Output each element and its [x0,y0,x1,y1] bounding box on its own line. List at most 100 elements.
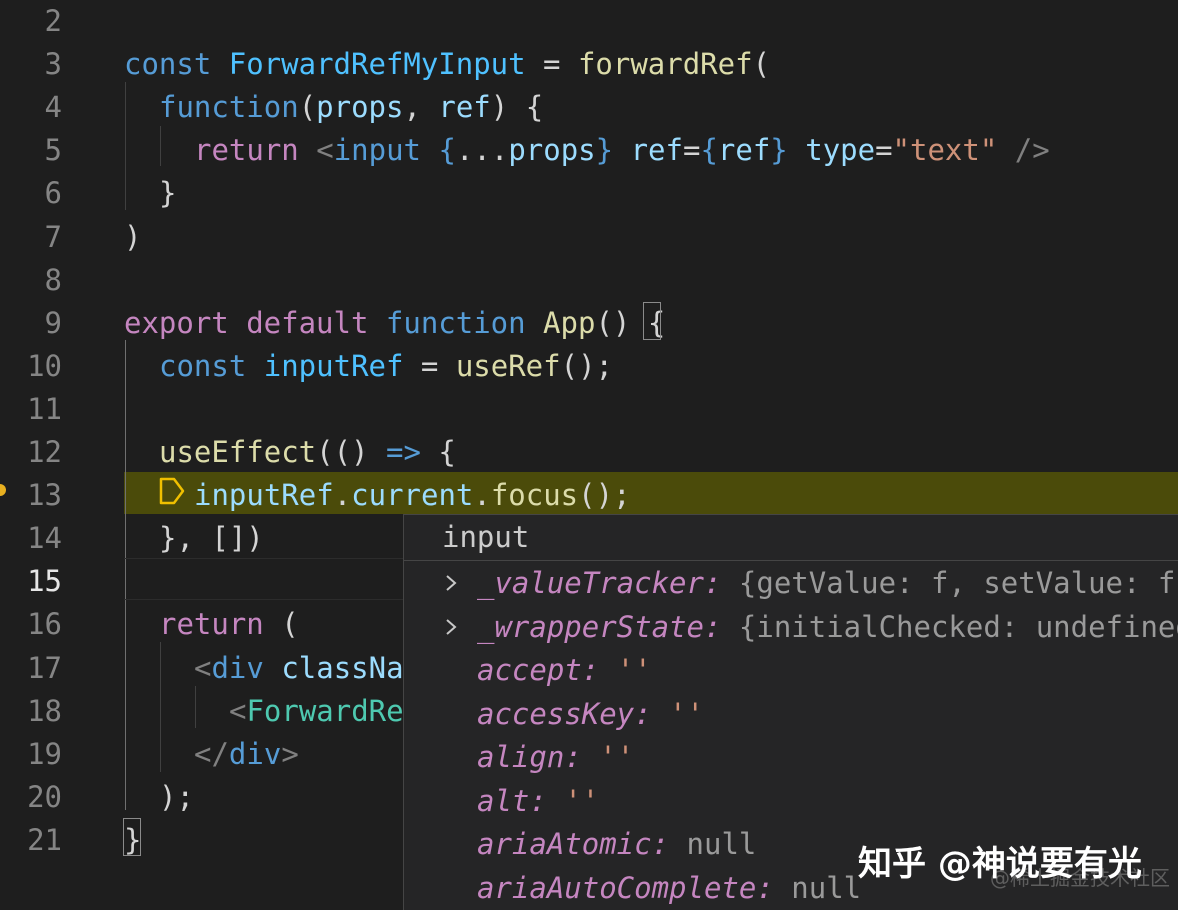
property-colon: : [704,610,739,644]
property-name: ariaAtomic [477,827,652,861]
code-token: = [403,349,455,383]
code-text: <ForwardRe [229,690,404,733]
code-text: <div classNa [194,647,404,690]
code-text: </div> [194,733,299,776]
code-token: ) [124,220,141,254]
code-token: ref [718,133,770,167]
code-token: ForwardRe [246,694,403,728]
property-colon: : [652,827,687,861]
hover-property-row: accept: '' [404,648,1178,692]
code-line[interactable]: 4function(props, ref) { [0,86,1178,129]
code-token: type [805,133,875,167]
property-entry: accessKey: '' [477,692,704,736]
hover-property-row: alt: '' [404,779,1178,823]
code-text: ) [124,216,141,259]
code-line[interactable]: 6} [0,172,1178,215]
property-colon: : [582,653,617,687]
property-entry: accept: '' [477,648,652,692]
code-token: = [526,47,578,81]
code-token: (() [316,435,386,469]
watermark-main: 知乎 @神说要有光 [858,836,1142,885]
code-token: } [596,133,613,167]
code-token: classNa [281,651,403,685]
code-token: => [386,435,421,469]
hover-property-row[interactable]: _valueTracker: {getValue: f, setValue: f… [404,561,1178,605]
code-token: = [875,133,892,167]
line-number: 21 [0,819,62,862]
code-line[interactable]: 10 const inputRef = useRef(); [0,345,1178,388]
hover-property-row[interactable]: _wrapperState: {initialChecked: undefine… [404,605,1178,649]
code-text: } [159,172,176,215]
property-entry: align: '' [477,735,634,779]
property-name: accessKey [477,697,634,731]
code-token: useRef [456,349,561,383]
property-value: '' [617,653,652,687]
code-token: useEffect [159,435,316,469]
code-token: ref [631,133,683,167]
code-token: < [316,133,333,167]
property-value: '' [564,784,599,818]
code-token: function [159,90,299,124]
property-name: accept [477,653,582,687]
code-token: function [386,306,543,340]
code-token [613,133,630,167]
code-token: inputRef [194,478,334,512]
property-value: null [791,871,861,905]
line-number: 10 [0,345,62,388]
code-token: /> [1015,133,1050,167]
hover-title: input [442,515,529,559]
chevron-right-icon[interactable] [442,618,460,636]
code-line[interactable]: 11 [0,388,1178,431]
line-number: 15 [0,560,62,603]
code-token: ( [753,47,770,81]
line-number: 19 [0,733,62,776]
code-token: ... [456,133,508,167]
code-token: App [543,306,595,340]
code-token: , [403,90,438,124]
code-line[interactable]: 9 export default function App() { [0,302,1178,345]
property-colon: : [529,784,564,818]
line-number: 4 [0,86,62,129]
bracket-match-open [643,302,661,340]
code-token: < [194,651,211,685]
code-text: export default function App() { [124,302,665,345]
code-token: const [159,349,264,383]
code-line[interactable]: 12 useEffect(() => { [0,431,1178,474]
code-line[interactable]: 3const ForwardRefMyInput = forwardRef( [0,43,1178,86]
code-text: const inputRef = useRef(); [159,345,613,388]
code-token: props [508,133,595,167]
line-number: 9 [0,302,62,345]
code-token [421,133,438,167]
property-name: align [477,740,564,774]
code-text: return <input {...props} ref={ref} type=… [194,129,1050,172]
line-number: 13 [0,474,62,517]
line-number: 3 [0,43,62,86]
line-number: 2 [0,0,62,43]
line-number: 12 [0,431,62,474]
code-line[interactable]: 7) [0,216,1178,259]
hover-property-row: align: '' [404,735,1178,779]
code-token: ( [299,90,316,124]
code-token: current [351,478,473,512]
property-value: '' [599,740,634,774]
property-name: alt [477,784,529,818]
chevron-right-icon[interactable] [442,574,460,592]
line-number: 17 [0,647,62,690]
property-colon: : [704,566,739,600]
code-token: { [421,435,456,469]
code-token: const [124,47,229,81]
line-number: 8 [0,259,62,302]
code-line[interactable]: 8 [0,259,1178,302]
code-token: ); [159,780,194,814]
code-line[interactable]: 5return <input {...props} ref={ref} type… [0,129,1178,172]
line-number: 11 [0,388,62,431]
code-token: ) { [491,90,543,124]
property-entry: ariaAutoComplete: null [477,866,861,910]
code-line[interactable]: 2 [0,0,1178,43]
code-token: ForwardRefMyInput [229,47,526,81]
property-entry: _wrapperState: {initialChecked: undefine… [477,605,1178,649]
line-number: 6 [0,172,62,215]
code-token: { [700,133,717,167]
property-value: {getValue: f, setValue: f, sto [739,566,1178,600]
code-editor[interactable]: 23const ForwardRefMyInput = forwardRef(4… [0,0,1178,910]
